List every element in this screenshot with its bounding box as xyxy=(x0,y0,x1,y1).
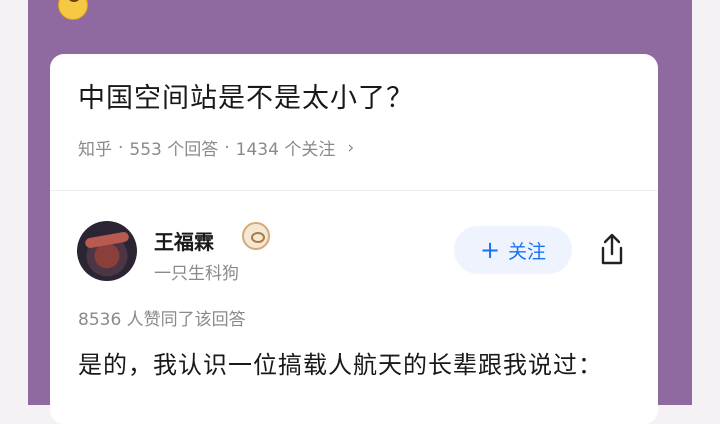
author-name[interactable]: 王福霖 xyxy=(154,226,214,255)
question-title[interactable]: 中国空间站是不是太小了？ xyxy=(78,76,414,115)
answer-count: 553 个回答 xyxy=(129,140,219,160)
question-meta[interactable]: 知乎 · 553 个回答 · 1434 个关注 › xyxy=(78,135,355,161)
verified-badge-icon xyxy=(242,222,270,250)
share-icon[interactable] xyxy=(594,232,630,268)
follow-button[interactable]: + 关注 xyxy=(454,226,572,274)
meta-separator: · xyxy=(224,137,230,158)
chevron-right-icon: › xyxy=(347,137,355,158)
follow-label: 关注 xyxy=(508,240,547,263)
vote-count: 8536 人赞同了该回答 xyxy=(78,310,246,330)
plus-icon: + xyxy=(479,236,501,264)
source-label: 知乎 xyxy=(78,140,112,160)
author-bio: 一只生科狗 xyxy=(154,264,239,284)
smiley-emoji-icon xyxy=(58,0,88,20)
avatar[interactable] xyxy=(77,221,137,281)
follower-count: 1434 个关注 xyxy=(235,140,336,160)
answer-text[interactable]: 是的，我认识一位搞载人航天的长辈跟我说过： xyxy=(78,346,638,384)
question-card: 中国空间站是不是太小了？ 知乎 · 553 个回答 · 1434 个关注 › 王… xyxy=(50,54,658,424)
divider xyxy=(50,190,658,191)
meta-separator: · xyxy=(118,137,124,158)
